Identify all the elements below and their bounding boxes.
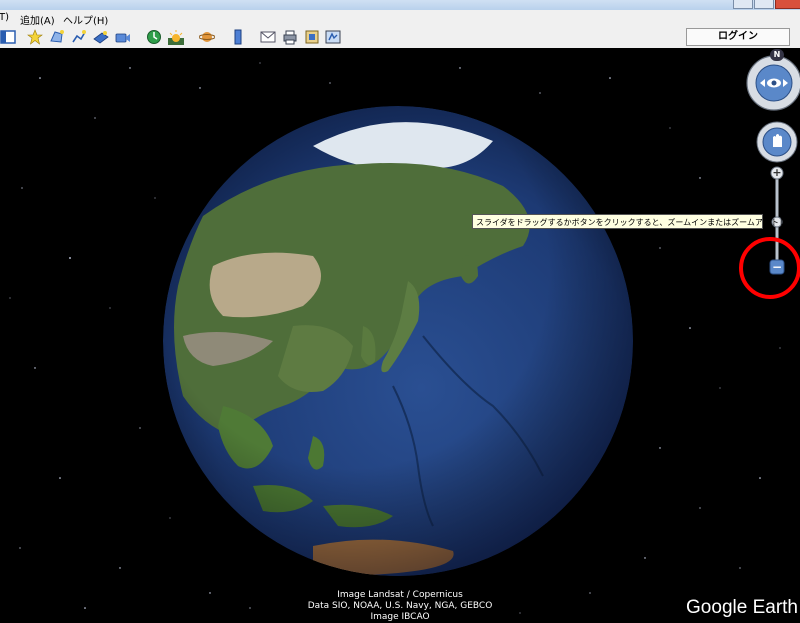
credit-line: Data SIO, NOAA, U.S. Navy, NGA, GEBCO bbox=[307, 601, 493, 611]
earth-globe[interactable] bbox=[163, 106, 633, 576]
credit-line: Image Landsat / Copernicus bbox=[337, 590, 463, 600]
close-button[interactable] bbox=[775, 0, 800, 9]
look-around-control[interactable] bbox=[746, 55, 800, 111]
sidebar-toggle-icon[interactable] bbox=[0, 29, 16, 45]
zoom-in-button[interactable]: + bbox=[769, 166, 785, 180]
sunlight-icon[interactable] bbox=[168, 29, 184, 45]
window-titlebar bbox=[0, 0, 800, 10]
historical-imagery-icon[interactable] bbox=[146, 29, 162, 45]
placemark-icon[interactable] bbox=[27, 29, 43, 45]
imagery-credits: Image Landsat / Copernicus Data SIO, NOA… bbox=[280, 590, 520, 623]
menu-item-add[interactable]: 追加(A) bbox=[20, 12, 55, 27]
maximize-button[interactable] bbox=[754, 0, 774, 9]
record-tour-icon[interactable] bbox=[115, 29, 131, 45]
minimize-button[interactable] bbox=[733, 0, 753, 9]
login-button[interactable]: ログイン bbox=[686, 28, 790, 46]
earth-3d-view[interactable]: N + − スライダをドラッグするかボタンをクリックすると、ズームインまたはズー… bbox=[0, 48, 800, 623]
menu-item-help[interactable]: ヘルプ(H) bbox=[63, 12, 108, 27]
credit-line: Image IBCAO bbox=[370, 612, 430, 622]
path-icon[interactable] bbox=[71, 29, 87, 45]
planets-icon[interactable] bbox=[199, 29, 215, 45]
zoom-tooltip: スライダをドラッグするかボタンをクリックすると、ズームインまたはズームアウトしま… bbox=[472, 214, 800, 229]
print-icon[interactable] bbox=[282, 29, 298, 45]
north-indicator[interactable]: N bbox=[770, 49, 784, 61]
polygon-icon[interactable] bbox=[49, 29, 65, 45]
menu-bar: T) 追加(A) ヘルプ(H) bbox=[0, 10, 800, 27]
save-image-icon[interactable] bbox=[304, 29, 320, 45]
google-earth-logo: Google Earth bbox=[686, 597, 798, 618]
email-icon[interactable] bbox=[260, 29, 276, 45]
view-in-maps-icon[interactable] bbox=[325, 29, 341, 45]
ruler-icon[interactable] bbox=[230, 29, 246, 45]
move-control[interactable] bbox=[756, 121, 798, 163]
menu-item-tools[interactable]: T) bbox=[0, 12, 9, 23]
toolbar: ログイン bbox=[0, 26, 800, 49]
highlight-circle bbox=[737, 235, 800, 301]
image-overlay-icon[interactable] bbox=[93, 29, 109, 45]
